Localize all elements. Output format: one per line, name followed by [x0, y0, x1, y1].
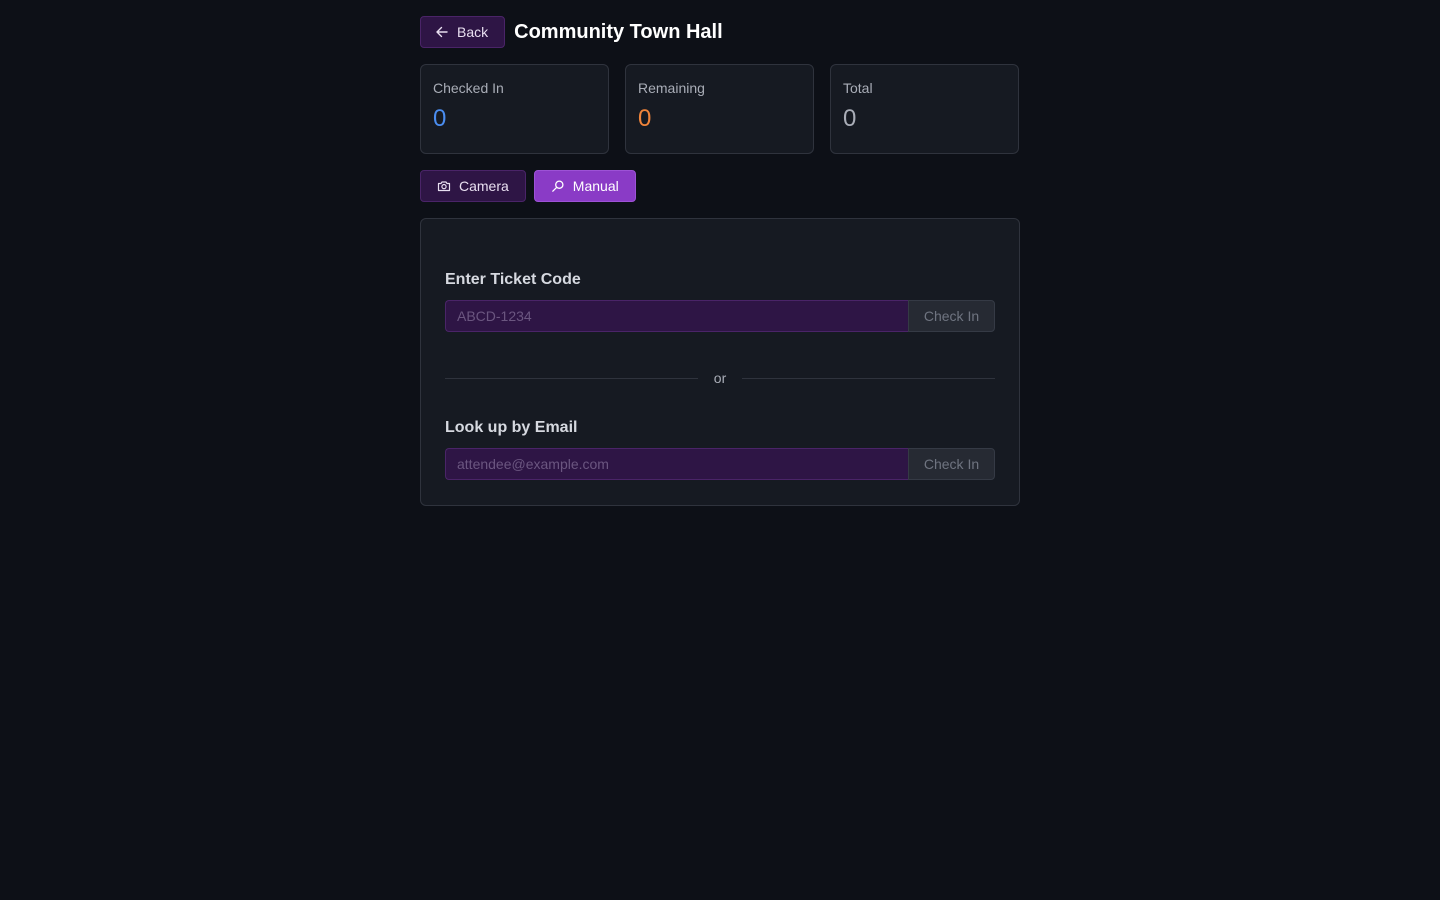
back-button[interactable]: Back [420, 16, 506, 48]
stat-value: 0 [843, 105, 857, 132]
back-button-label: Back [457, 24, 489, 40]
stat-label: Total [843, 80, 873, 96]
camera-mode-label: Camera [459, 178, 509, 194]
check-in-page: Back Community Town Hall Checked In 0 Re… [420, 16, 1020, 506]
stat-label: Checked In [433, 80, 504, 96]
divider-line [445, 377, 698, 379]
search-icon [551, 179, 565, 193]
stat-card-remaining: Remaining 0 [625, 64, 814, 154]
stat-label: Remaining [638, 80, 705, 96]
ticket-code-input[interactable] [445, 300, 908, 332]
divider-line [742, 377, 996, 379]
ticket-code-label: Enter Ticket Code [445, 271, 581, 288]
stat-value: 0 [433, 105, 447, 132]
stat-card-total: Total 0 [830, 64, 1019, 154]
page-title: Community Town Hall [514, 20, 723, 43]
email-check-in-button[interactable]: Check In [908, 448, 995, 480]
stat-card-checked-in: Checked In 0 [420, 64, 609, 154]
email-lookup-row: Check In [445, 448, 995, 480]
camera-mode-button[interactable]: Camera [420, 170, 526, 202]
ticket-code-row: Check In [445, 300, 995, 332]
stats-row: Checked In 0 Remaining 0 Total 0 [420, 64, 1020, 154]
camera-icon [437, 179, 451, 193]
ticket-check-in-button[interactable]: Check In [908, 300, 995, 332]
mode-toggle: Camera Manual [420, 170, 1020, 202]
email-lookup-section: Look up by Email Check In [445, 419, 995, 480]
manual-mode-label: Manual [572, 178, 619, 194]
manual-check-in-panel: Enter Ticket Code Check In or Look up by… [420, 218, 1020, 506]
manual-mode-button[interactable]: Manual [533, 170, 636, 202]
page-header: Back Community Town Hall [420, 16, 1020, 48]
ticket-code-section: Enter Ticket Code Check In [445, 271, 995, 332]
arrow-left-icon [435, 25, 449, 39]
email-lookup-label: Look up by Email [445, 419, 578, 436]
stat-value: 0 [638, 105, 652, 132]
or-divider: or [445, 369, 996, 387]
divider-text: or [713, 370, 727, 386]
email-input[interactable] [445, 448, 908, 480]
